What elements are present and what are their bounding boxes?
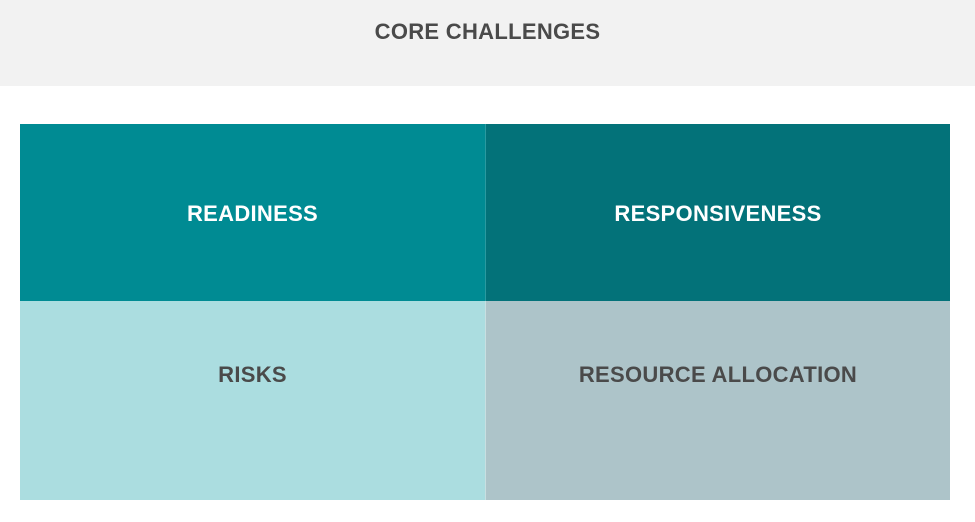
quadrant-label-resource-allocation: RESOURCE ALLOCATION — [578, 362, 858, 387]
quadrant-risks: RISKS — [20, 301, 485, 500]
header-bar: CORE CHALLENGES — [0, 0, 975, 86]
challenges-grid: READINESS RESPONSIVENESS RISKS RESOURCE … — [20, 124, 950, 500]
quadrant-label-readiness: READINESS — [186, 201, 319, 226]
page-title: CORE CHALLENGES — [374, 19, 601, 44]
quadrant-label-risks: RISKS — [218, 362, 287, 387]
quadrant-resource-allocation: RESOURCE ALLOCATION — [485, 301, 950, 500]
quadrant-label-responsiveness: RESPONSIVENESS — [614, 201, 822, 226]
quadrant-responsiveness: RESPONSIVENESS — [485, 124, 950, 301]
quadrant-readiness: READINESS — [20, 124, 485, 301]
